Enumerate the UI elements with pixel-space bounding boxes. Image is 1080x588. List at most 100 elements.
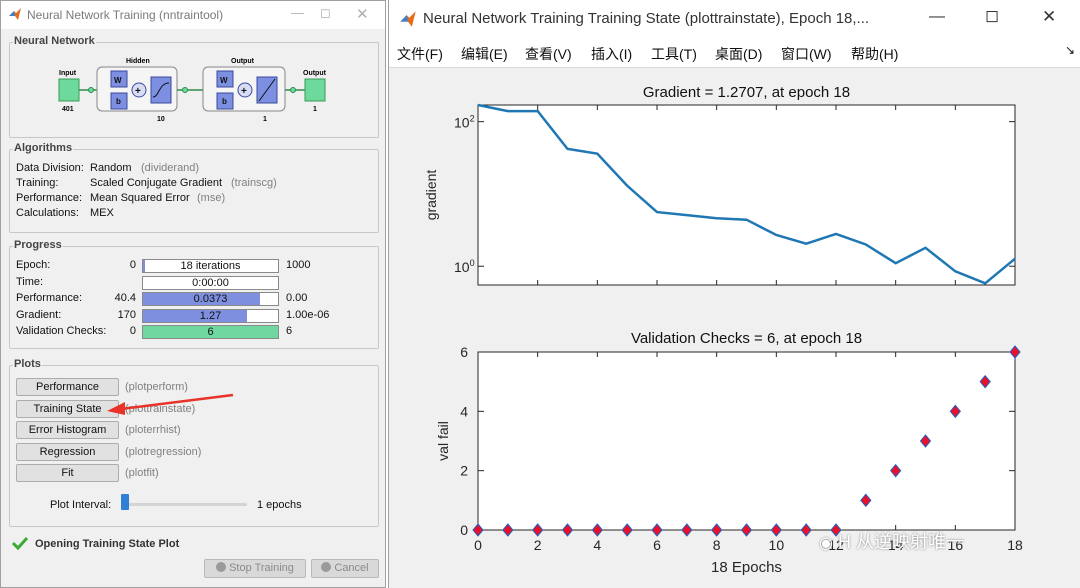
progress-bar: 1.27 xyxy=(142,308,279,323)
y-tick-label: 2 xyxy=(460,463,468,479)
progress-bar: 6 xyxy=(142,325,279,339)
algorithms-group-title: Algorithms xyxy=(13,142,74,154)
algorithm-label: Performance: xyxy=(16,192,83,204)
plot-fit-button[interactable]: Fit xyxy=(16,464,119,482)
minimize-icon[interactable]: — xyxy=(291,5,304,20)
algorithm-function: (trainscg) xyxy=(231,177,277,189)
stop-training-label: Stop Training xyxy=(229,562,294,574)
neural-network-group-title: Neural Network xyxy=(13,35,96,47)
algorithm-value: Scaled Conjugate Gradient xyxy=(90,177,223,189)
matlab-logo-icon xyxy=(9,8,21,20)
menu-item[interactable]: 编辑(E) xyxy=(461,44,508,64)
y-tick-label: 100 xyxy=(454,258,475,275)
validation-ylabel: val fail xyxy=(435,421,451,461)
y-tick-label: 0 xyxy=(460,522,468,538)
x-tick-label: 0 xyxy=(474,537,482,553)
maximize-icon[interactable]: ◻ xyxy=(320,5,331,21)
plot-interval-value: 1 epochs xyxy=(257,499,302,511)
diagram-input-size: 401 xyxy=(62,106,74,113)
left-titlebar: Neural Network Training (nntraintool) — … xyxy=(1,1,385,29)
close-icon[interactable]: ✕ xyxy=(1042,7,1056,27)
cancel-button[interactable]: Cancel xyxy=(311,559,379,578)
menu-item[interactable]: 窗口(W) xyxy=(781,44,832,64)
menubar: ↘ 文件(F) 编辑(E) 查看(V) 插入(I) 工具(T) 桌面(D) 窗口(W) 帮助(… xyxy=(389,36,1080,68)
progress-label: Epoch: xyxy=(16,259,51,271)
matlab-logo-icon xyxy=(400,11,416,27)
diagram-output-layer-size: 1 xyxy=(263,116,267,123)
right-titlebar: Neural Network Training Training State (… xyxy=(389,0,1080,36)
algorithm-function: (mse) xyxy=(197,192,226,204)
algorithm-label: Data Division: xyxy=(16,162,84,174)
menu-item[interactable]: 文件(F) xyxy=(397,44,443,64)
progress-bar: 18 iterations xyxy=(142,259,279,273)
progress-bar: 0.0373 xyxy=(142,292,279,306)
status-text: Opening Training State Plot xyxy=(35,538,180,550)
x-tick-label: 4 xyxy=(593,537,601,553)
nntraintool-window: Neural Network Training (nntraintool) — … xyxy=(0,0,386,588)
menu-item[interactable]: 查看(V) xyxy=(525,44,572,64)
svg-text:W: W xyxy=(114,76,122,85)
validation-chart-title: Validation Checks = 6, at epoch 18 xyxy=(631,330,862,347)
output-box xyxy=(304,78,326,102)
svg-text:b: b xyxy=(222,97,227,106)
algorithm-label: Calculations: xyxy=(16,207,79,219)
diagram-output-size: 1 xyxy=(313,106,317,113)
gradient-ylabel: gradient xyxy=(423,170,439,221)
x-tick-label: 10 xyxy=(769,537,785,553)
menu-item[interactable]: 帮助(H) xyxy=(851,44,898,64)
diagram-output-label: Output xyxy=(303,70,327,77)
progress-end-value: 1000 xyxy=(286,259,311,271)
maximize-icon[interactable]: ◻ xyxy=(985,6,999,26)
svg-text:b: b xyxy=(116,97,121,106)
menu-item[interactable]: 插入(I) xyxy=(591,44,632,64)
y-tick-label: 4 xyxy=(460,403,468,419)
progress-bar-text: 18 iterations xyxy=(180,260,241,272)
minimize-icon[interactable]: — xyxy=(929,8,945,26)
network-diagram: Input 401 Hidden W b + 10 Output W b + 1… xyxy=(58,58,327,123)
progress-label: Gradient: xyxy=(16,308,62,321)
stop-icon xyxy=(216,562,227,572)
red-arrow-annotation xyxy=(107,393,234,415)
diagram-hidden-label: Hidden xyxy=(126,58,150,65)
plottrainstate-window: Neural Network Training Training State (… xyxy=(388,0,1080,588)
right-window-title: Neural Network Training Training State (… xyxy=(423,10,870,27)
plot-interval-slider[interactable] xyxy=(121,494,247,510)
algorithm-function: (dividerand) xyxy=(141,162,200,174)
progress-start-value: 0 xyxy=(129,325,136,337)
slider-thumb[interactable] xyxy=(121,494,129,510)
menu-item[interactable]: 桌面(D) xyxy=(715,44,762,64)
svg-text:+: + xyxy=(241,86,247,97)
watermark: ◉ H 从逆映射唯一 xyxy=(819,528,964,554)
validation-xlabel: 18 Epochs xyxy=(711,559,782,576)
progress-end-value: 0.00 xyxy=(286,292,308,304)
progress-start-value: 40.4 xyxy=(114,292,136,304)
dock-arrow-icon[interactable]: ↘ xyxy=(1065,43,1075,57)
diagram-hidden-size: 10 xyxy=(157,116,165,123)
algorithm-value: MEX xyxy=(90,207,114,219)
training-state-figure: Gradient = 1.2707, at epoch 18102100grad… xyxy=(423,84,1023,576)
progress-bar-text: 6 xyxy=(207,326,214,338)
menu-item[interactable]: 工具(T) xyxy=(651,44,697,64)
plot-function: (ploterrhist) xyxy=(125,424,181,436)
plot-function: (plotfit) xyxy=(125,467,159,479)
left-window-title: Neural Network Training (nntraintool) xyxy=(27,8,224,22)
check-icon xyxy=(12,536,28,550)
plots-group-title: Plots xyxy=(13,358,42,370)
progress-bar-text: 0.0373 xyxy=(193,293,228,305)
diagram-input-label: Input xyxy=(59,70,77,77)
y-tick-label: 102 xyxy=(454,114,475,131)
algorithm-value: Mean Squared Error xyxy=(90,192,190,204)
progress-start-value: 0 xyxy=(129,259,136,271)
x-tick-label: 18 xyxy=(1007,537,1023,553)
progress-label: Time: xyxy=(16,275,44,288)
x-tick-label: 6 xyxy=(653,537,661,553)
stop-training-button[interactable]: Stop Training xyxy=(204,559,306,578)
plot-error-histogram-button[interactable]: Error Histogram xyxy=(16,421,119,439)
svg-text:+: + xyxy=(135,86,141,97)
progress-label: Validation Checks: xyxy=(16,325,107,337)
close-icon[interactable]: ✕ xyxy=(356,5,369,23)
svg-text:W: W xyxy=(220,76,228,85)
plot-regression-button[interactable]: Regression xyxy=(16,442,119,461)
plot-function: (plotregression) xyxy=(125,445,202,458)
cancel-label: Cancel xyxy=(334,562,369,574)
